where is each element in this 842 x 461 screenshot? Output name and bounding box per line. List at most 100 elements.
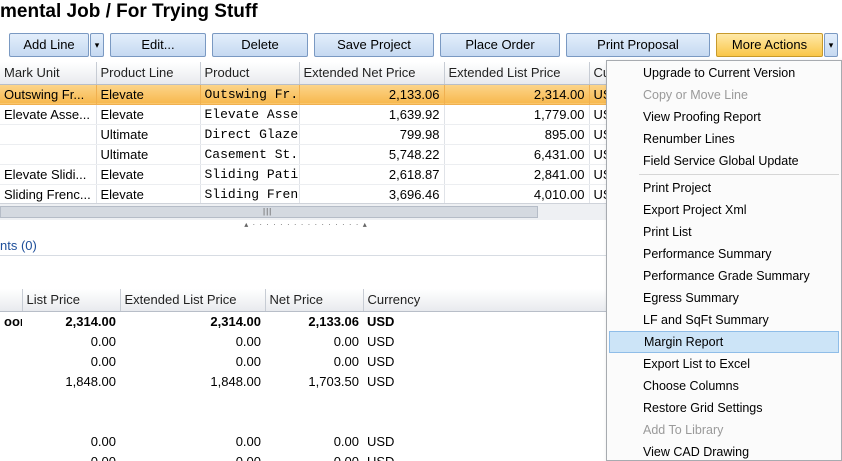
table-row[interactable]: Sliding Frenc... Elevate Sliding Frenc..… [0,184,611,205]
cell-extended-list-price: 1,779.00 [444,104,590,125]
cell-product-line: Ultimate [96,144,201,165]
add-line-button[interactable]: Add Line [9,33,89,57]
cell-list-price: 1,848.00 [65,373,116,389]
cell-extended-list-price: 895.00 [444,124,590,145]
more-actions-dropdown-arrow[interactable]: ▾ [824,33,838,57]
cell-extended-list-price: 0.00 [235,433,261,449]
cell-currency: USD [367,333,395,349]
line-items-grid: Mark Unit Product Line Product Extended … [0,62,611,205]
table-row[interactable]: Elevate Asse... Elevate Elevate Asse... … [0,104,611,125]
menu-item-print-project[interactable]: Print Project [607,177,841,199]
cell-description [0,371,22,391]
cell-product: Sliding Patio... [200,164,300,185]
cell-list-price: 2,314.00 [65,313,116,329]
cell-product-line: Elevate [96,104,201,125]
cell-net-price: 0.00 [333,333,359,349]
column-header-product-line[interactable]: Product Line [96,62,201,85]
horizontal-scrollbar[interactable]: ||| [0,203,610,220]
table-row[interactable] [0,391,610,411]
cell-currency [363,391,610,411]
column-header-product[interactable]: Product [200,62,300,85]
cell-extended-net-price: 5,748.22 [299,144,445,165]
print-proposal-button[interactable]: Print Proposal [566,33,710,57]
cell-product: Outswing Fr... [200,84,300,105]
menu-item-performance-grade-summary[interactable]: Performance Grade Summary [607,265,841,287]
cell-mark-unit: Elevate Asse... [0,104,97,125]
cell-net-price [265,411,363,431]
menu-item-field-service-global-update[interactable]: Field Service Global Update [607,150,841,172]
menu-item-export-list-to-excel[interactable]: Export List to Excel [607,353,841,375]
cell-list-price: 0.00 [90,453,116,461]
column-header-currency[interactable]: Currency [363,289,611,312]
cell-product-line: Elevate [96,84,201,105]
cell-description [0,351,22,371]
column-header-list-price[interactable]: List Price [22,289,121,312]
table-row[interactable]: 1,848.00 1,848.00 1,703.50 USD [0,371,610,391]
cell-extended-list-price [120,391,265,411]
column-header-mark-unit[interactable]: Mark Unit [0,62,97,85]
delete-button[interactable]: Delete [212,33,308,57]
cell-extended-list-price: 2,314.00 [444,84,590,105]
menu-item-view-cad-drawing[interactable]: View CAD Drawing [607,441,841,461]
menu-item-renumber-lines[interactable]: Renumber Lines [607,128,841,150]
cell-product-line: Ultimate [96,124,201,145]
table-row[interactable]: Ultimate Direct Glaze... 799.98 895.00 U… [0,124,611,145]
menu-item-performance-summary[interactable]: Performance Summary [607,243,841,265]
cell-mark-unit: Elevate Slidi... [0,164,97,185]
cell-extended-list-price: 1,848.00 [210,373,261,389]
cell-extended-list-price: 0.00 [235,333,261,349]
column-header-net-price[interactable]: Net Price [265,289,364,312]
add-line-dropdown-arrow[interactable]: ▾ [90,33,104,57]
cell-extended-net-price: 1,639.92 [299,104,445,125]
panel-splitter-handle[interactable]: ▴ · · · · · · · · · · · · · · · · ▴ [222,221,390,229]
table-row[interactable]: 0.00 0.00 0.00 USD [0,351,610,371]
menu-item-margin-report[interactable]: Margin Report [609,331,839,353]
table-row[interactable]: Ultimate Casement St... 5,748.22 6,431.0… [0,144,611,165]
menu-item-export-project-xml[interactable]: Export Project Xml [607,199,841,221]
edit-button[interactable]: Edit... [110,33,206,57]
cell-list-price [22,411,120,431]
toolbar: Add Line ▾ Edit... Delete Save Project P… [0,30,842,60]
cell-extended-net-price: 799.98 [299,124,445,145]
cell-extended-list-price: 0.00 [235,453,261,461]
column-header-extended-net-price[interactable]: Extended Net Price [299,62,445,85]
more-actions-button[interactable]: More Actions [716,33,823,57]
cell-net-price: 0.00 [333,433,359,449]
cell-description [0,451,22,461]
table-row[interactable] [0,411,610,431]
menu-item-restore-grid-settings[interactable]: Restore Grid Settings [607,397,841,419]
table-row[interactable]: Elevate Slidi... Elevate Sliding Patio..… [0,164,611,185]
cell-currency [363,411,610,431]
cell-description [0,331,22,351]
column-header-description[interactable] [0,289,23,312]
table-row[interactable]: 0.00 0.00 0.00 USD [0,331,610,351]
table-row[interactable]: 0.00 0.00 0.00 USD [0,431,610,451]
cell-list-price: 0.00 [90,333,116,349]
table-row[interactable]: oor 2,314.00 2,314.00 2,133.06 USD [0,311,610,331]
table-row[interactable]: Outswing Fr... Elevate Outswing Fr... 2,… [0,84,611,105]
menu-item-lf-and-sqft-summary[interactable]: LF and SqFt Summary [607,309,841,331]
menu-item-upgrade-to-current-version[interactable]: Upgrade to Current Version [607,62,841,84]
cell-product-line: Elevate [96,164,201,185]
place-order-button[interactable]: Place Order [440,33,560,57]
cell-net-price: 0.00 [333,353,359,369]
cell-product: Direct Glaze... [200,124,300,145]
menu-item-egress-summary[interactable]: Egress Summary [607,287,841,309]
cell-net-price: 2,133.06 [308,313,359,329]
more-actions-menu: Upgrade to Current Version Copy or Move … [606,60,842,461]
table-row[interactable]: 0.00 0.00 0.00 USD [0,451,610,461]
cell-extended-list-price: 2,314.00 [210,313,261,329]
cell-list-price: 0.00 [90,433,116,449]
menu-item-view-proofing-report[interactable]: View Proofing Report [607,106,841,128]
menu-separator [639,174,839,175]
cell-net-price [265,391,363,411]
column-header-extended-list-price[interactable]: Extended List Price [120,289,266,312]
column-header-extended-list-price[interactable]: Extended List Price [444,62,590,85]
save-project-button[interactable]: Save Project [314,33,434,57]
cell-currency: USD [367,313,395,329]
menu-item-print-list[interactable]: Print List [607,221,841,243]
section-tab-label[interactable]: nts (0) [0,236,610,256]
cell-currency: USD [367,353,395,369]
cell-product: Casement St... [200,144,300,165]
menu-item-choose-columns[interactable]: Choose Columns [607,375,841,397]
